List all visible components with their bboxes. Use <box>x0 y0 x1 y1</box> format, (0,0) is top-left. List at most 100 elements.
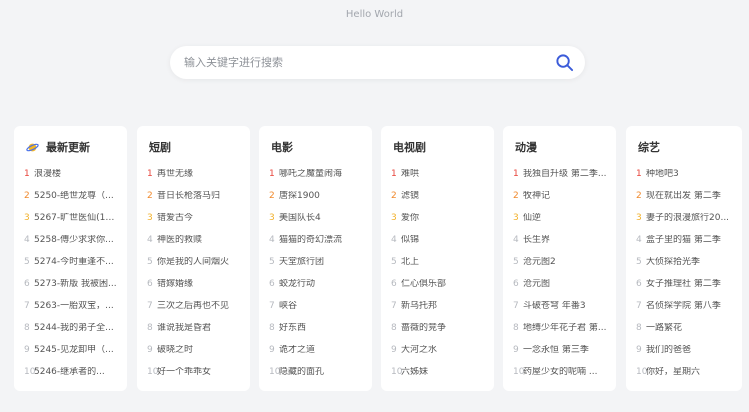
list-item[interactable]: 10 5246-继承者的... <box>14 367 127 389</box>
list-item[interactable]: 8 地缚少年花子君 第... <box>503 323 616 345</box>
list-item[interactable]: 4 似锦 <box>381 235 494 257</box>
list-item[interactable]: 6 错嫁婚缘 <box>137 279 250 301</box>
list-item[interactable]: 3 5267-旷世医仙(10... <box>14 213 127 235</box>
rank-number: 10 <box>24 367 36 377</box>
list-item[interactable]: 10 你好，星期六 <box>626 367 742 389</box>
list-item[interactable]: 5 天堂旅行团 <box>259 257 372 279</box>
item-title: 三次之后再也不见 <box>157 301 230 311</box>
item-title: 唐探1900 <box>279 191 320 201</box>
item-title: 难哄 <box>401 169 420 179</box>
list-item[interactable]: 2 现在就出发 第二季 <box>626 191 742 213</box>
list-item[interactable]: 1 我独自升级 第二季... <box>503 169 616 191</box>
list-item[interactable]: 10 隐藏的面孔 <box>259 367 372 389</box>
list-item[interactable]: 10 好一个乖乖女 <box>137 367 250 389</box>
list-item[interactable]: 3 错爱古今 <box>137 213 250 235</box>
list-item[interactable]: 8 谁说我是昏君 <box>137 323 250 345</box>
list-item[interactable]: 5 北上 <box>381 257 494 279</box>
rank-number: 10 <box>269 367 281 377</box>
card-title: 最新更新 <box>46 141 90 154</box>
list-item[interactable]: 2 5250-绝世龙尊（... <box>14 191 127 213</box>
list-item[interactable]: 4 5258-傅少求求你... <box>14 235 127 257</box>
rank-number: 2 <box>24 191 30 201</box>
card-title: 电影 <box>271 141 293 154</box>
item-title: 5250-绝世龙尊（... <box>34 191 114 201</box>
list-item[interactable]: 4 盒子里的猫 第二季 <box>626 235 742 257</box>
rank-number: 10 <box>147 367 159 377</box>
rank-number: 10 <box>391 367 403 377</box>
item-title: 猫猫的奇幻漂流 <box>279 235 343 245</box>
list-item[interactable]: 8 5244-我的弟子全... <box>14 323 127 345</box>
list-item[interactable]: 3 美国队长4 <box>259 213 372 235</box>
item-title: 神医的救赎 <box>157 235 203 245</box>
card-title: 短剧 <box>149 141 171 154</box>
list-item[interactable]: 7 峡谷 <box>259 301 372 323</box>
list-item[interactable]: 3 仙逆 <box>503 213 616 235</box>
list-item[interactable]: 5 你是我的人间烟火 <box>137 257 250 279</box>
list-item[interactable]: 6 沧元图 <box>503 279 616 301</box>
item-title: 你是我的人间烟火 <box>157 257 230 267</box>
item-title: 再世无缘 <box>157 169 194 179</box>
list-item[interactable]: 6 5273-新版 我被困... <box>14 279 127 301</box>
list-item[interactable]: 5 5274-今时重逢不... <box>14 257 127 279</box>
rank-number: 6 <box>147 279 153 289</box>
item-title: 5246-继承者的... <box>34 367 105 377</box>
rank-number: 2 <box>636 191 642 201</box>
list-item[interactable]: 6 仁心俱乐部 <box>381 279 494 301</box>
rank-number: 10 <box>636 367 648 377</box>
rank-number: 9 <box>147 345 153 355</box>
list-item[interactable]: 5 大侦探拾光季 <box>626 257 742 279</box>
rank-number: 5 <box>636 257 642 267</box>
list-item[interactable]: 6 女子推理社 第二季 <box>626 279 742 301</box>
card-anime: 动漫 1 我独自升级 第二季... 2 牧神记 3 仙逆 4 长生界 5 沧元图2 6 沧元… <box>503 126 616 391</box>
list-item[interactable]: 9 一念永恒 第三季 <box>503 345 616 367</box>
rank-number: 4 <box>636 235 642 245</box>
list-item[interactable]: 7 名侦探学院 第八季 <box>626 301 742 323</box>
list-item[interactable]: 4 神医的救赎 <box>137 235 250 257</box>
list-item[interactable]: 2 牧神记 <box>503 191 616 213</box>
list-item[interactable]: 1 难哄 <box>381 169 494 191</box>
list-item[interactable]: 1 浪漫楼 <box>14 169 127 191</box>
list-item[interactable]: 8 蔷薇的竞争 <box>381 323 494 345</box>
item-title: 破晓之时 <box>157 345 194 355</box>
list-item[interactable]: 2 唐探1900 <box>259 191 372 213</box>
list-item[interactable]: 8 好东西 <box>259 323 372 345</box>
list-item[interactable]: 2 滤镜 <box>381 191 494 213</box>
list-item[interactable]: 7 新乌托邦 <box>381 301 494 323</box>
rank-number: 7 <box>636 301 642 311</box>
list-item[interactable]: 4 猫猫的奇幻漂流 <box>259 235 372 257</box>
item-title: 浪漫楼 <box>34 169 62 179</box>
list-item[interactable]: 1 再世无缘 <box>137 169 250 191</box>
rank-number: 4 <box>24 235 30 245</box>
ranking-list: 1 难哄 2 滤镜 3 爱你 4 似锦 5 北上 6 仁心俱乐部 7 新乌托邦 8 蔷薇的竞争 … <box>381 169 494 389</box>
search-bar <box>170 46 585 79</box>
rank-number: 3 <box>391 213 397 223</box>
list-item[interactable]: 10 六姊妹 <box>381 367 494 389</box>
list-item[interactable]: 8 一路繁花 <box>626 323 742 345</box>
list-item[interactable]: 2 昔日长枪落马归 <box>137 191 250 213</box>
list-item[interactable]: 6 蛟龙行动 <box>259 279 372 301</box>
list-item[interactable]: 9 5245-见龙卸甲（... <box>14 345 127 367</box>
search-icon[interactable] <box>555 53 574 72</box>
list-item[interactable]: 9 诡才之道 <box>259 345 372 367</box>
rank-number: 9 <box>636 345 642 355</box>
list-item[interactable]: 9 破晓之时 <box>137 345 250 367</box>
card-header: 电视剧 <box>393 139 426 155</box>
item-title: 我独自升级 第二季... <box>523 169 607 179</box>
list-item[interactable]: 10 药屋少女的呢喃 ... <box>503 367 616 389</box>
card-header: 电影 <box>271 139 293 155</box>
list-item[interactable]: 5 沧元图2 <box>503 257 616 279</box>
list-item[interactable]: 4 长生界 <box>503 235 616 257</box>
list-item[interactable]: 3 爱你 <box>381 213 494 235</box>
list-item[interactable]: 3 妻子的浪漫旅行20... <box>626 213 742 235</box>
list-item[interactable]: 7 5263-一胎双宝，... <box>14 301 127 323</box>
search-input[interactable] <box>184 53 534 72</box>
rank-number: 9 <box>391 345 397 355</box>
list-item[interactable]: 9 大河之水 <box>381 345 494 367</box>
list-item[interactable]: 7 三次之后再也不见 <box>137 301 250 323</box>
rank-number: 8 <box>636 323 642 333</box>
list-item[interactable]: 1 种地吧3 <box>626 169 742 191</box>
list-item[interactable]: 7 斗破苍穹 年番3 <box>503 301 616 323</box>
item-title: 药屋少女的呢喃 ... <box>523 367 598 377</box>
list-item[interactable]: 1 哪吒之魔童闹海 <box>259 169 372 191</box>
list-item[interactable]: 9 我们的爸爸 <box>626 345 742 367</box>
